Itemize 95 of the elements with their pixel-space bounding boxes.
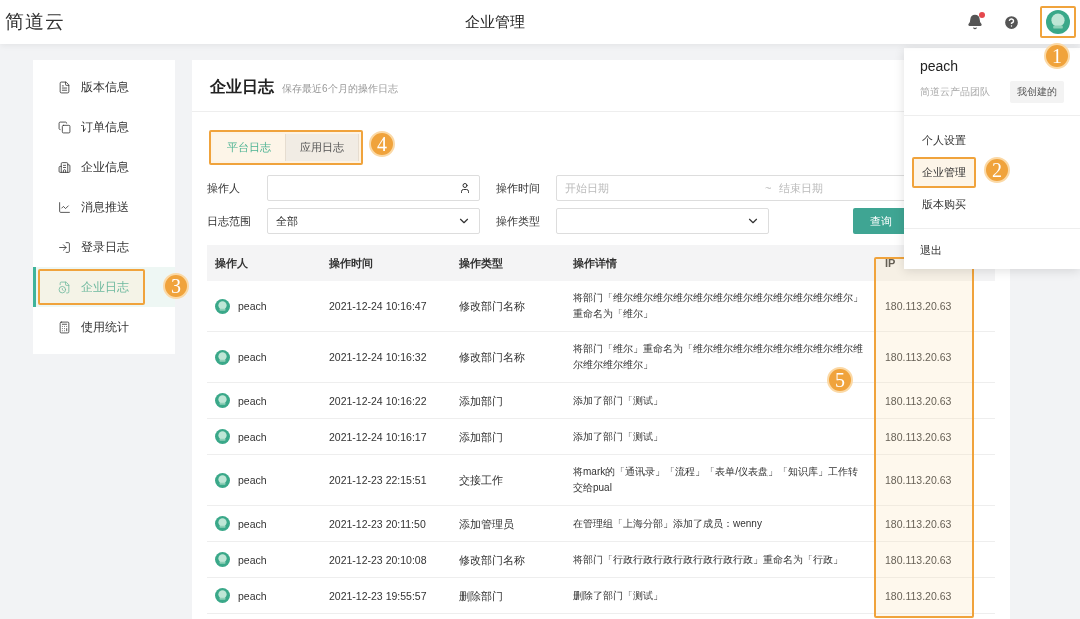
- field-label: 操作时间: [496, 180, 541, 196]
- menu-icon: [58, 280, 71, 294]
- table-cell-text: 删除部门: [458, 588, 504, 604]
- table-cell: peach: [238, 517, 267, 530]
- table-cell-text: 180.113.20.63: [884, 552, 953, 568]
- user-icon: [459, 182, 471, 194]
- team-name: 简道云产品团队: [920, 85, 990, 99]
- table-cell-text: 修改部门名称: [458, 552, 526, 568]
- avatar-icon: [215, 349, 230, 365]
- table-cell: peach: [238, 474, 267, 486]
- panel-subtitle: 保存最近6个月的操作日志: [282, 82, 398, 96]
- table-cell-text: 将mark的「通讯录」「流程」「表单/仪表盘」「知识库」工作转交给pual: [572, 465, 859, 495]
- role-tag: 我创建的: [1010, 81, 1064, 103]
- table-cell-text: 2021-12-24 10:16:32: [328, 350, 428, 365]
- menu-icon: [58, 80, 71, 94]
- table-cell-text: 180.113.20.63: [884, 588, 953, 604]
- table-cell-text: 修改部门名称: [458, 350, 526, 365]
- table-cell: peach: [238, 300, 267, 312]
- table-cell-text: 180.113.20.63: [884, 516, 953, 532]
- operator-field[interactable]: [267, 175, 480, 201]
- page-heading: 企业管理: [465, 12, 526, 32]
- table-cell-text: 2021-12-24 10:16:47: [328, 299, 428, 314]
- avatar-icon: [215, 472, 230, 488]
- user-name: peach: [920, 58, 960, 74]
- sidebar-item[interactable]: 订单信息: [33, 107, 175, 147]
- scope-select[interactable]: 全部: [267, 208, 480, 234]
- avatar-icon: [215, 298, 230, 314]
- tab[interactable]: 应用日志: [286, 134, 359, 161]
- sidebar-item[interactable]: 消息推送: [33, 187, 175, 227]
- column-header: 操作详情: [572, 255, 618, 271]
- table-cell-text: 2021-12-23 19:55:57: [328, 588, 428, 604]
- callout-number: 2: [984, 157, 1010, 183]
- sidebar-item[interactable]: 企业信息: [33, 147, 175, 187]
- logo: 简道云: [5, 10, 66, 34]
- highlight-box: [1040, 6, 1076, 38]
- table-cell-text: 180.113.20.63: [884, 299, 953, 314]
- table-cell-text: 2021-12-24 10:16:17: [328, 429, 428, 445]
- table-cell: peach: [238, 553, 267, 566]
- avatar-icon: [1046, 10, 1070, 34]
- table-cell: peach: [238, 394, 267, 407]
- column-header: 操作人: [214, 255, 249, 271]
- panel-title: 企业日志: [210, 77, 274, 97]
- menu-icon: [58, 120, 71, 134]
- callout-number: 1: [1044, 43, 1070, 69]
- table-cell-text: 将部门「维尔维尔维尔维尔维尔维尔维尔维尔维尔维尔维尔维尔」重命名为「维尔」: [572, 291, 864, 321]
- range-separator: ~: [765, 182, 773, 194]
- sidebar-item[interactable]: 版本信息: [33, 67, 175, 107]
- table-cell-text: 交接工作: [458, 473, 504, 488]
- menu-icon: [58, 320, 71, 334]
- callout-number: 5: [827, 367, 853, 393]
- sidebar-item[interactable]: 使用统计: [33, 307, 175, 347]
- menu-icon: [58, 200, 71, 214]
- avatar-icon: [215, 393, 230, 408]
- table-cell-text: 添加部门: [458, 393, 504, 409]
- menu-item[interactable]: 企业管理: [912, 157, 976, 188]
- start-date-placeholder: 开始日期: [565, 180, 610, 196]
- menu-icon: [58, 240, 71, 254]
- table-cell-text: 180.113.20.63: [884, 429, 953, 445]
- table-cell-text: 添加了部门「测试」: [572, 393, 664, 408]
- table-cell-text: 在管理组「上海分部」添加了成员：wenny: [572, 516, 763, 531]
- table-cell-text: 将部门「行政行政行政行政行政行政行政」重命名为「行政」: [572, 552, 844, 567]
- bell-icon[interactable]: [967, 14, 983, 30]
- avatar-icon: [215, 588, 230, 603]
- table-cell-text: 修改部门名称: [458, 299, 526, 314]
- column-header: 操作时间: [328, 255, 374, 271]
- avatar-icon: [215, 552, 230, 567]
- table-cell-text: 2021-12-23 20:10:08: [328, 552, 428, 568]
- field-label: 操作人: [207, 180, 241, 196]
- field-label: 日志范围: [207, 213, 252, 229]
- table-cell-text: 180.113.20.63: [884, 473, 953, 488]
- field-label: 操作类型: [496, 213, 541, 229]
- column-header: 操作类型: [458, 255, 504, 271]
- end-date-placeholder: 结束日期: [779, 180, 823, 196]
- callout-number: 3: [163, 273, 189, 299]
- avatar-icon: [215, 429, 230, 444]
- help-icon[interactable]: [1003, 13, 1020, 31]
- table-cell: peach: [238, 430, 267, 443]
- table-cell-text: 添加部门: [458, 429, 504, 445]
- table-cell: peach: [238, 589, 267, 602]
- callout-number: 4: [369, 131, 395, 157]
- table-cell-text: 180.113.20.63: [884, 350, 953, 365]
- table-cell-text: 2021-12-23 22:15:51: [328, 473, 428, 488]
- avatar-icon: [215, 516, 230, 531]
- table-cell-text: 180.113.20.63: [884, 393, 953, 409]
- table-cell-text: 删除了部门「测试」: [572, 588, 664, 603]
- menu-icon: [58, 160, 71, 174]
- table-cell: peach: [238, 351, 267, 363]
- column-header: IP: [884, 257, 897, 269]
- sidebar-item[interactable]: 登录日志: [33, 227, 175, 267]
- table-cell-text: 2021-12-24 10:16:22: [328, 393, 428, 409]
- highlight-box: [912, 157, 976, 188]
- menu-item[interactable]: 个人设置: [912, 125, 976, 156]
- table-cell-text: 添加管理员: [458, 516, 515, 532]
- table-cell-text: 添加了部门「测试」: [572, 429, 664, 444]
- table-cell-text: 2021-12-23 20:11:50: [328, 516, 427, 532]
